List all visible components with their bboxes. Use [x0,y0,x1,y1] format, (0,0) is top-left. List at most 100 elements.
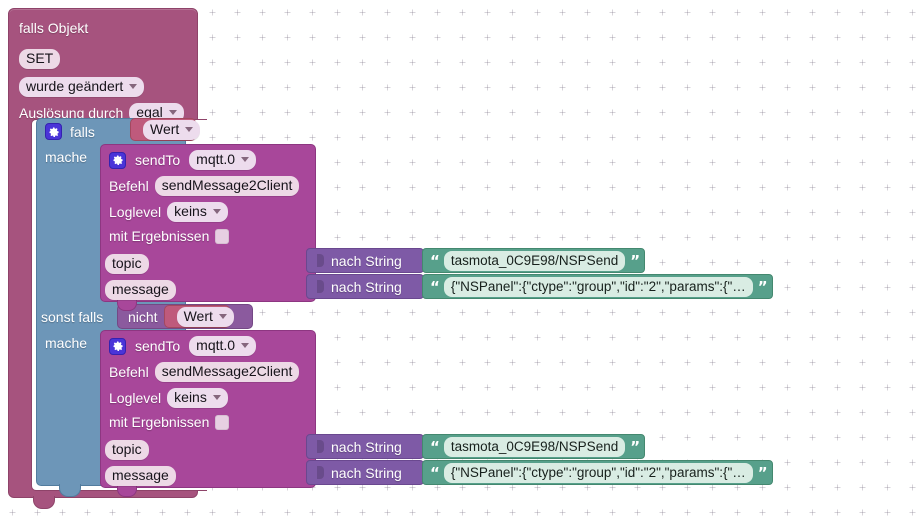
control-if-row: falls [45,123,95,140]
trigger-title-row: falls Objekt [19,20,88,36]
sendto-loglevel-row-1: Loglevel keins [109,202,228,222]
string-block-topic-2[interactable]: “ tasmota_0C9E98/NSPSend ” [422,434,646,459]
sendto-block-1[interactable]: sendTo mqtt.0 Befehl sendMessage2Client … [100,144,316,311]
sendto-command-field-1[interactable]: sendMessage2Client [154,176,300,196]
condition-not-block[interactable]: nicht Wert [117,304,253,329]
control-do-label-2: mache [45,335,88,351]
quote-close-icon: ” [630,437,640,456]
tostring-label-topic-1: nach String [331,252,402,269]
control-if-label: falls [70,123,95,140]
sendto-instance-dropdown-1[interactable]: mqtt.0 [189,150,257,170]
string-block-topic-1[interactable]: “ tasmota_0C9E98/NSPSend ” [422,248,646,273]
sendto-message-label-1: message [105,280,176,300]
sendto-results-label-2: mit Ergebnissen [109,414,210,430]
tostring-block-message-2[interactable]: nach String [306,460,424,485]
quote-open-icon: “ [430,251,440,270]
sendto-results-row-2: mit Ergebnissen [109,414,230,430]
sendto-command-label-1: Befehl [109,178,149,194]
control-do-label-1: mache [45,149,88,165]
not-label: nicht [128,308,158,325]
sendto-topic-row-1: topic [105,254,149,274]
sendto-loglevel-row-2: Loglevel keins [109,388,228,408]
quote-open-icon: “ [430,463,440,482]
gear-icon[interactable] [45,123,62,140]
sendto-command-field-2[interactable]: sendMessage2Client [154,362,300,382]
sendto-block-2[interactable]: sendTo mqtt.0 Befehl sendMessage2Client … [100,330,316,497]
sendto-loglevel-label-1: Loglevel [109,204,162,220]
tostring-label-message-1: nach String [331,278,402,295]
sendto-topic-row-2: topic [105,440,149,460]
quote-open-icon: “ [430,277,440,296]
quote-close-icon: ” [757,463,768,482]
condition-value-block-2[interactable]: Wert [163,305,234,328]
quote-close-icon: ” [757,277,768,296]
chevron-down-icon [185,126,194,132]
sendto-loglevel-dropdown-1[interactable]: keins [167,202,228,222]
control-do-row-2: mache [45,335,87,351]
condition-value-block-1[interactable]: Wert [130,118,201,141]
sendto-instance-dropdown-2[interactable]: mqtt.0 [189,336,257,356]
control-elseif-row: sonst falls [41,309,103,325]
sendto-instance-2: mqtt.0 [196,337,236,353]
condition-value-dropdown-1[interactable]: Wert [143,119,201,140]
string-block-message-1[interactable]: “ {"NSPanel":{"ctype":"group","id":"2","… [422,274,773,299]
hat-bottom-tab [33,496,55,509]
value-input-notch [317,466,324,479]
string-value-message-1[interactable]: {"NSPanel":{"ctype":"group","id":"2","pa… [443,276,753,297]
condition-value-1: Wert [150,120,180,137]
value-input-notch [317,254,324,267]
sendto-command-row-2: Befehl sendMessage2Client [109,362,300,382]
tostring-label-topic-2: nach String [331,438,402,455]
trigger-event-value: wurde geändert [26,78,124,94]
checkbox-icon[interactable] [215,414,230,430]
gear-icon[interactable] [109,337,126,355]
sendto-message-label-2: message [105,466,176,486]
trigger-title: falls Objekt [19,20,89,36]
chevron-down-icon [241,157,250,162]
sendto-title-row-2: sendTo mqtt.0 [109,336,257,356]
sendto-message-row-2: message [105,466,176,486]
quote-open-icon: “ [430,437,440,456]
condition-value-dropdown-2[interactable]: Wert [176,306,234,327]
sendto-title-2: sendTo [135,338,181,354]
trigger-event-dropdown[interactable]: wurde geändert [19,77,145,97]
sendto-command-label-2: Befehl [109,364,149,380]
tostring-label-message-2: nach String [331,464,402,481]
chevron-down-icon [168,110,177,115]
control-elseif-label: sonst falls [41,309,104,325]
sendto-loglevel-label-2: Loglevel [109,390,162,406]
sendto-command-row-1: Befehl sendMessage2Client [109,176,300,196]
tostring-block-topic-1[interactable]: nach String [306,248,424,273]
tostring-block-topic-2[interactable]: nach String [306,434,424,459]
sendto-instance-1: mqtt.0 [196,151,236,167]
chevron-down-icon [212,395,221,400]
control-do-row-1: mache [45,149,87,165]
sendto-topic-label-2: topic [105,440,149,460]
chevron-down-icon [212,209,221,214]
tostring-block-message-1[interactable]: nach String [306,274,424,299]
sendto-loglevel-value-1: keins [174,203,207,219]
value-input-notch [317,440,324,453]
trigger-event-row[interactable]: wurde geändert [19,77,145,97]
value-input-notch [317,280,324,293]
string-value-message-2[interactable]: {"NSPanel":{"ctype":"group","id":"2","pa… [443,462,753,483]
checkbox-icon[interactable] [215,228,230,244]
sendto-results-label-1: mit Ergebnissen [109,228,210,244]
string-block-message-2[interactable]: “ {"NSPanel":{"ctype":"group","id":"2","… [422,460,773,485]
gear-icon[interactable] [109,151,126,169]
quote-close-icon: ” [630,251,640,270]
string-value-topic-2[interactable]: tasmota_0C9E98/NSPSend [443,436,626,457]
sendto-message-row-1: message [105,280,176,300]
chevron-down-icon [129,84,138,89]
trigger-object-field[interactable]: SET [19,49,61,69]
chevron-down-icon [218,313,227,319]
sendto-loglevel-dropdown-2[interactable]: keins [167,388,228,408]
sendto-loglevel-value-2: keins [174,389,207,405]
chevron-down-icon [241,343,250,348]
string-value-topic-1[interactable]: tasmota_0C9E98/NSPSend [443,250,626,271]
sendto-title-1: sendTo [135,152,181,168]
sendto-topic-label-1: topic [105,254,149,274]
trigger-object-row[interactable]: SET [19,49,61,69]
blockly-workspace[interactable]: falls Objekt SET wurde geändert Auslösun… [0,0,919,525]
sendto-results-row-1: mit Ergebnissen [109,228,230,244]
